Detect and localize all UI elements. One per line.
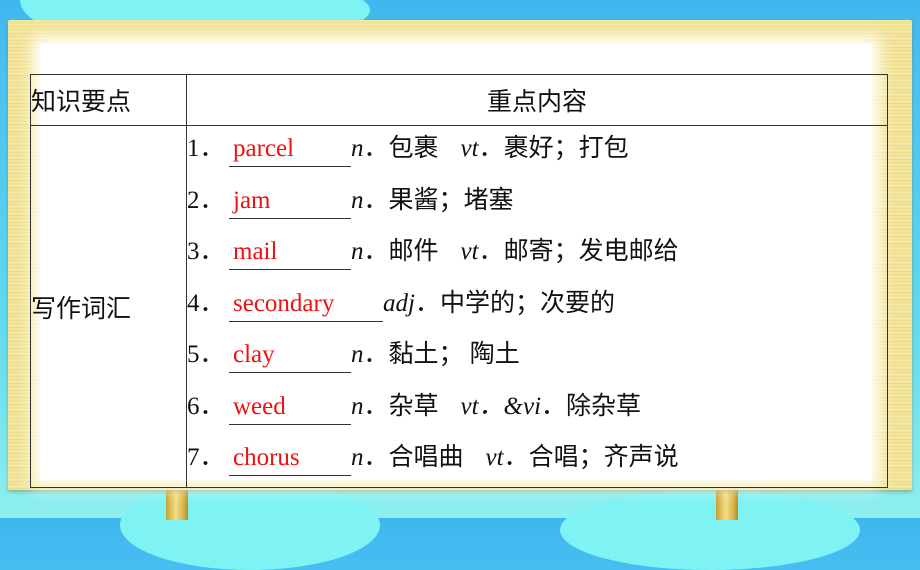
answer-blank: jam bbox=[229, 184, 351, 219]
vocab-item: 5． clay n．黏土； 陶土 bbox=[187, 332, 887, 384]
answer-blank: secondary bbox=[229, 287, 383, 322]
vocabulary-table: 知识要点 重点内容 写作词汇 1． parcel n．包裹 vt．裹好；打包 2． ja… bbox=[30, 74, 888, 488]
vocab-item: 7． chorus n．合唱曲 vt．合唱；齐声说 bbox=[187, 435, 887, 487]
part-of-speech: vt．&vi bbox=[460, 392, 542, 420]
meaning: ．果酱；堵塞 bbox=[363, 186, 514, 214]
cloud-decoration bbox=[120, 480, 380, 570]
part-of-speech: n bbox=[351, 341, 364, 368]
meaning: ．裹好；打包 bbox=[478, 135, 629, 162]
item-number: 3． bbox=[187, 238, 225, 265]
vocab-item: 1． parcel n．包裹 vt．裹好；打包 bbox=[187, 126, 887, 178]
meaning: ．包裹 bbox=[363, 135, 439, 162]
item-number: 5． bbox=[187, 341, 225, 368]
meaning: ．杂草 bbox=[363, 392, 439, 420]
item-number: 6． bbox=[187, 392, 225, 420]
part-of-speech: n bbox=[351, 135, 364, 162]
meaning: ．合唱曲 bbox=[363, 444, 464, 471]
item-number: 2． bbox=[187, 186, 225, 214]
part-of-speech: n bbox=[351, 186, 364, 214]
part-of-speech: n bbox=[351, 238, 364, 265]
meaning: ．黏土； 陶土 bbox=[363, 341, 520, 368]
item-number: 7． bbox=[187, 444, 225, 471]
answer-blank: clay bbox=[229, 338, 351, 373]
answer-blank: weed bbox=[229, 390, 351, 425]
meaning: ．中学的；次要的 bbox=[414, 289, 615, 317]
cloud-decoration bbox=[560, 490, 860, 570]
part-of-speech: vt bbox=[460, 238, 479, 265]
meaning: ．除杂草 bbox=[541, 392, 642, 420]
content-row: 写作词汇 1． parcel n．包裹 vt．裹好；打包 2． jam n．果酱；堵塞 3… bbox=[30, 125, 888, 488]
part-of-speech: n bbox=[351, 392, 364, 420]
answer-blank: mail bbox=[229, 235, 351, 270]
vocab-item: 4． secondary adj．中学的；次要的 bbox=[187, 281, 887, 333]
part-of-speech: vt bbox=[485, 444, 504, 471]
item-number: 1． bbox=[187, 135, 225, 162]
meaning: ．邮件 bbox=[363, 238, 439, 265]
topic-cell: 写作词汇 bbox=[30, 125, 187, 488]
vocab-item: 6． weed n．杂草 vt．&vi．除杂草 bbox=[187, 384, 887, 436]
meaning: ．邮寄；发电邮给 bbox=[478, 238, 679, 265]
vocab-item: 2． jam n．果酱；堵塞 bbox=[187, 178, 887, 230]
meaning: ．合唱；齐声说 bbox=[503, 444, 679, 471]
answer-blank: parcel bbox=[229, 132, 351, 167]
part-of-speech: adj bbox=[383, 289, 415, 317]
item-number: 4． bbox=[187, 289, 225, 317]
vocab-item: 3． mail n．邮件 vt．邮寄；发电邮给 bbox=[187, 229, 887, 281]
header-key-content: 重点内容 bbox=[186, 74, 888, 126]
part-of-speech: n bbox=[351, 444, 364, 471]
header-row: 知识要点 重点内容 bbox=[30, 74, 888, 126]
header-knowledge-points: 知识要点 bbox=[30, 74, 187, 126]
items-cell: 1． parcel n．包裹 vt．裹好；打包 2． jam n．果酱；堵塞 3． mail… bbox=[186, 125, 888, 488]
answer-blank: chorus bbox=[229, 441, 351, 476]
part-of-speech: vt bbox=[460, 135, 479, 162]
